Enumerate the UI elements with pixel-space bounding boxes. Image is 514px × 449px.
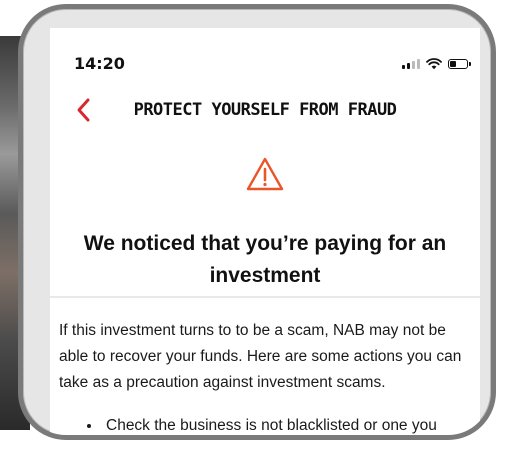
- status-time: 14:20: [74, 54, 125, 73]
- status-bar: 14:20: [50, 28, 480, 78]
- battery-icon: [448, 59, 471, 69]
- wifi-icon: [426, 58, 442, 70]
- battery-level-fill: [450, 61, 456, 67]
- list-item: Check the business is not blacklisted or…: [102, 413, 480, 435]
- app-screen: 14:20 PROTECT YOURSELF FROM FRAUD We not…: [50, 28, 480, 435]
- navigation-bar: PROTECT YOURSELF FROM FRAUD: [50, 90, 480, 130]
- phone-frame: 14:20 PROTECT YOURSELF FROM FRAUD We not…: [18, 4, 496, 440]
- page-title: PROTECT YOURSELF FROM FRAUD: [133, 100, 397, 120]
- warning-headline: We noticed that you’re paying for an inv…: [83, 232, 447, 287]
- warning-section: [50, 156, 480, 196]
- section-divider: [50, 296, 480, 298]
- cellular-signal-icon: [402, 59, 420, 69]
- status-icons: [402, 58, 471, 70]
- precaution-list: Check the business is not blacklisted or…: [50, 413, 480, 435]
- warning-paragraph: If this investment turns to to be a scam…: [59, 322, 462, 391]
- warning-triangle-icon: [246, 157, 284, 191]
